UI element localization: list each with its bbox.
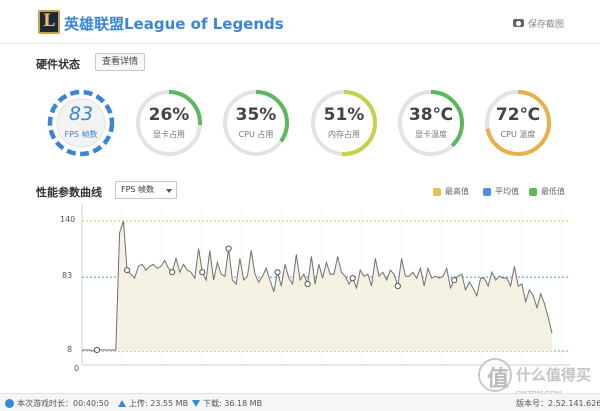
legend-min[interactable]: 最低值 (529, 186, 565, 197)
legend-max-label: 最高值 (445, 187, 469, 196)
watermark-logo: 值 (478, 358, 512, 392)
version-label: 版本号：2.52.141.626 (516, 399, 600, 408)
memory-usage-label: 内存占用 (328, 130, 360, 139)
save-screenshot-label: 保存截图 (528, 19, 565, 30)
session-time: 本次游戏时长：00:40:50 (5, 398, 109, 409)
watermark-text: 什么值得买 (516, 366, 592, 384)
data-point-marker (225, 245, 232, 252)
version-info: 版本号：2.52.141.626 (516, 398, 600, 409)
data-point-marker (124, 267, 131, 274)
hardware-status-title: 硬件状态 (36, 58, 80, 71)
gpu-usage-label: 显卡占用 (153, 130, 185, 139)
legend-avg-swatch (483, 187, 491, 196)
cpu-usage-gauge: 35% CPU 占用 (221, 88, 291, 158)
session-time-label: 本次游戏时长：00:40:50 (17, 399, 109, 408)
data-point-marker (169, 269, 176, 276)
app-header: L 英雄联盟League of Legends 保存截图 (0, 0, 600, 44)
view-details-button[interactable]: 查看详情 (95, 53, 145, 71)
data-point-marker (304, 280, 311, 288)
data-point-marker (349, 275, 356, 282)
cpu-temp-gauge: 72℃ CPU 温度 (483, 88, 553, 158)
cpu-usage-label: CPU 占用 (238, 130, 274, 139)
legend-min-label: 最低值 (541, 187, 565, 196)
clock-icon (5, 399, 14, 408)
fps-value: 83 (68, 103, 94, 125)
upload-arrow-icon (118, 400, 126, 407)
data-point-marker (451, 277, 458, 284)
memory-usage-value: 51% (323, 105, 365, 125)
cpu-temp-value: 72℃ (495, 105, 541, 125)
legend-min-swatch (529, 187, 537, 196)
save-screenshot-button[interactable]: 保存截图 (513, 16, 564, 30)
cpu-temp-label: CPU 温度 (500, 130, 536, 139)
memory-usage-gauge: 51% 内存占用 (309, 88, 379, 158)
y-tick-label: 140 (60, 215, 76, 224)
gpu-temp-label: 显卡温度 (415, 130, 447, 139)
gpu-usage-gauge: 26% 显卡占用 (134, 88, 204, 158)
watermark-logo-char: 值 (487, 366, 510, 392)
cpu-usage-value: 35% (235, 105, 277, 125)
data-point-marker (93, 346, 101, 354)
legend-avg-label: 平均值 (495, 187, 519, 196)
upload-stat: 上传: 23.55 MB (118, 398, 188, 409)
metric-select[interactable]: FPS 帧数 (115, 181, 177, 199)
upload-label: 上传: 23.55 MB (129, 399, 189, 408)
download-label: 下载: 36.18 MB (203, 399, 263, 408)
legend-avg[interactable]: 平均值 (483, 186, 519, 197)
download-stat: 下载: 36.18 MB (192, 398, 262, 409)
data-point-marker (394, 282, 401, 290)
lol-logo: L (38, 10, 60, 34)
gpu-temp-gauge: 38℃ 显卡温度 (396, 88, 466, 158)
y-tick-label: 8 (67, 345, 73, 354)
gpu-usage-value: 26% (148, 105, 190, 125)
metric-select-value: FPS 帧数 (121, 185, 155, 194)
logo-letter: L (43, 11, 55, 31)
gpu-temp-value: 38℃ (408, 105, 454, 125)
data-point-marker (274, 269, 281, 276)
fps-label: FPS 帧数 (64, 130, 98, 139)
legend-max-swatch (433, 187, 441, 196)
fps-gauge: 83 FPS 帧数 (46, 88, 116, 158)
game-title: 英雄联盟League of Legends (64, 15, 284, 33)
legend-max[interactable]: 最高值 (433, 186, 469, 197)
camera-icon (513, 19, 524, 27)
status-bar: 本次游戏时长：00:40:50 上传: 23.55 MB 下载: 36.18 M… (0, 393, 600, 411)
data-point-marker (199, 269, 206, 276)
chevron-down-icon (166, 189, 172, 193)
x-tick-label: 0 (74, 364, 80, 373)
smzdm-watermark: 值 什么值得买 SMZDM.COM (478, 358, 598, 398)
download-arrow-icon (192, 400, 200, 407)
performance-curve-title: 性能参数曲线 (36, 186, 102, 199)
y-tick-label: 83 (62, 271, 73, 281)
